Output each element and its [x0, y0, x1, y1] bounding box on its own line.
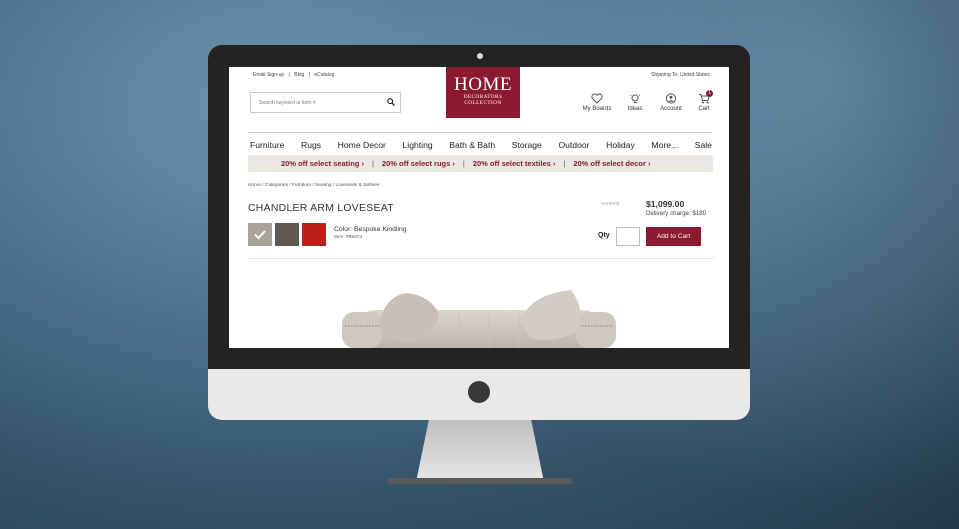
monitor-stand-base: [388, 478, 572, 484]
qty-input[interactable]: [616, 227, 640, 246]
shipping-country-link[interactable]: Shipping To: United States: [651, 72, 710, 78]
chevron-right-icon: ›: [552, 159, 556, 168]
nav-item-home-decor[interactable]: Home Decor: [338, 140, 386, 152]
ideas-label: Ideas: [627, 106, 643, 112]
rating-hearts-icon[interactable]: ♥♥♥♥♥: [601, 201, 620, 208]
chevron-right-icon: ›: [361, 159, 364, 168]
product-title: CHANDLER ARM LOVESEAT: [248, 203, 394, 214]
color-label: Color: Bespoke Kindling: [334, 226, 407, 233]
ideas-button[interactable]: Ideas: [623, 93, 647, 112]
cart-count-badge: 1: [706, 90, 713, 97]
nav-item-sale[interactable]: Sale: [695, 140, 712, 152]
delivery-charge: Delivery charge: $180: [646, 210, 707, 217]
search-input[interactable]: Search keyword or item #: [259, 100, 316, 106]
promo-separator: |: [462, 159, 465, 168]
cart-label: Cart: [698, 106, 710, 112]
breadcrumb[interactable]: Home / Categories / Furniture / Seating …: [248, 183, 379, 188]
nav-item-outdoor[interactable]: Outdoor: [558, 140, 589, 152]
brand-logo[interactable]: HOME DECORATORS COLLECTION: [446, 67, 520, 118]
nav-item-holiday[interactable]: Holiday: [606, 140, 635, 152]
product-price: $1,099.00: [646, 199, 685, 209]
browser-screen: Email Sign-up | Blog | eCatalog Shipping…: [229, 67, 729, 348]
my-boards-label: My Boards: [582, 106, 612, 112]
swatch-red[interactable]: [302, 223, 326, 246]
promo-link-decor[interactable]: 20% off select decor ›: [573, 159, 650, 168]
apple-logo-icon: [468, 381, 490, 403]
nav-item-bath[interactable]: Bath & Bath: [449, 140, 495, 152]
chevron-right-icon: ›: [452, 159, 455, 168]
search-box[interactable]: Search keyword or item #: [250, 92, 401, 113]
email-signup-link[interactable]: Email Sign-up: [253, 72, 284, 78]
cart-button[interactable]: 1 Cart: [694, 90, 714, 112]
swatch-charcoal[interactable]: [275, 223, 299, 246]
nav-item-more[interactable]: More...: [651, 140, 678, 152]
heart-icon: [591, 93, 603, 104]
promo-separator: |: [371, 159, 374, 168]
account-icon: [665, 93, 677, 104]
main-nav: Furniture Rugs Home Decor Lighting Bath …: [250, 140, 712, 152]
camera-icon: [477, 53, 483, 59]
product-divider: [248, 258, 715, 259]
product-image-loveseat: [342, 290, 616, 348]
chevron-right-icon: ›: [647, 159, 651, 168]
search-icon[interactable]: [387, 98, 395, 106]
promo-link-seating[interactable]: 20% off select seating ›: [281, 159, 364, 168]
nav-item-storage[interactable]: Storage: [512, 140, 542, 152]
promo-bar: 20% off select seating › | 20% off selec…: [248, 155, 713, 172]
nav-item-rugs[interactable]: Rugs: [301, 140, 321, 152]
item-number: Item: #55373: [334, 235, 363, 240]
my-boards-button[interactable]: My Boards: [579, 93, 615, 112]
monitor-stand: [416, 420, 544, 482]
lightbulb-icon: [629, 94, 641, 103]
nav-item-lighting[interactable]: Lighting: [403, 140, 433, 152]
qty-label: Qty: [598, 232, 610, 239]
blog-link[interactable]: Blog: [294, 72, 304, 78]
promo-link-textiles[interactable]: 20% off select textiles ›: [473, 159, 556, 168]
promo-separator: |: [563, 159, 566, 168]
link-separator: |: [288, 72, 290, 78]
top-links: Email Sign-up | Blog | eCatalog: [253, 72, 337, 78]
account-button[interactable]: Account: [655, 93, 687, 112]
swatch-bespoke-kindling[interactable]: [248, 223, 272, 246]
ecatalog-link[interactable]: eCatalog: [314, 72, 334, 78]
checkmark-icon: [254, 230, 266, 240]
promo-link-rugs[interactable]: 20% off select rugs ›: [382, 159, 455, 168]
link-separator: |: [308, 72, 310, 78]
nav-item-furniture[interactable]: Furniture: [250, 140, 284, 152]
header-divider: [248, 132, 712, 133]
account-label: Account: [660, 106, 682, 112]
add-to-cart-button[interactable]: Add to Cart: [646, 227, 701, 246]
